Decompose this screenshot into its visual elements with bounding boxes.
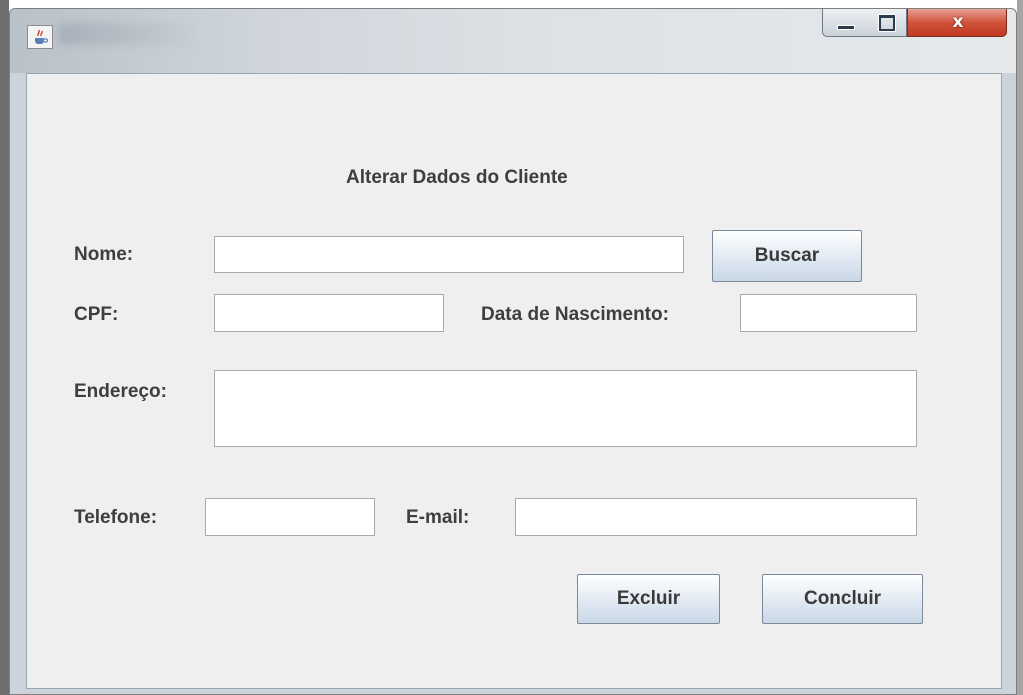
nome-label: Nome: [74, 244, 134, 265]
form-heading: Alterar Dados do Cliente [346, 167, 568, 188]
telefone-label: Telefone: [74, 507, 158, 528]
form-panel: Alterar Dados do Cliente Nome: Buscar CP… [26, 73, 1002, 689]
endereco-label: Endereço: [74, 381, 167, 402]
maximize-icon [879, 15, 895, 31]
desktop-background-left [0, 0, 9, 695]
email-input[interactable] [515, 498, 917, 536]
concluir-button[interactable]: Concluir [762, 574, 923, 624]
buscar-button[interactable]: Buscar [712, 230, 862, 282]
data-nascimento-label: Data de Nascimento: [481, 304, 669, 325]
excluir-button[interactable]: Excluir [577, 574, 720, 624]
email-label: E-mail: [406, 507, 470, 528]
close-icon: x [952, 12, 964, 32]
endereco-textarea[interactable] [214, 370, 917, 447]
maximize-button[interactable] [865, 9, 907, 37]
cpf-input[interactable] [214, 294, 444, 332]
telefone-input[interactable] [205, 498, 375, 536]
client-edit-window: x Alterar Dados do Cliente Nome: Buscar … [9, 8, 1017, 695]
minimize-icon [837, 25, 855, 30]
window-titlebar[interactable]: x [10, 9, 1016, 73]
minimize-button[interactable] [822, 9, 866, 37]
data-nascimento-input[interactable] [740, 294, 917, 332]
java-coffee-icon[interactable] [27, 25, 53, 49]
nome-input[interactable] [214, 236, 684, 273]
cpf-label: CPF: [74, 304, 119, 325]
window-title [58, 23, 198, 45]
desktop-background-right [1017, 0, 1023, 695]
close-button[interactable]: x [907, 9, 1007, 37]
